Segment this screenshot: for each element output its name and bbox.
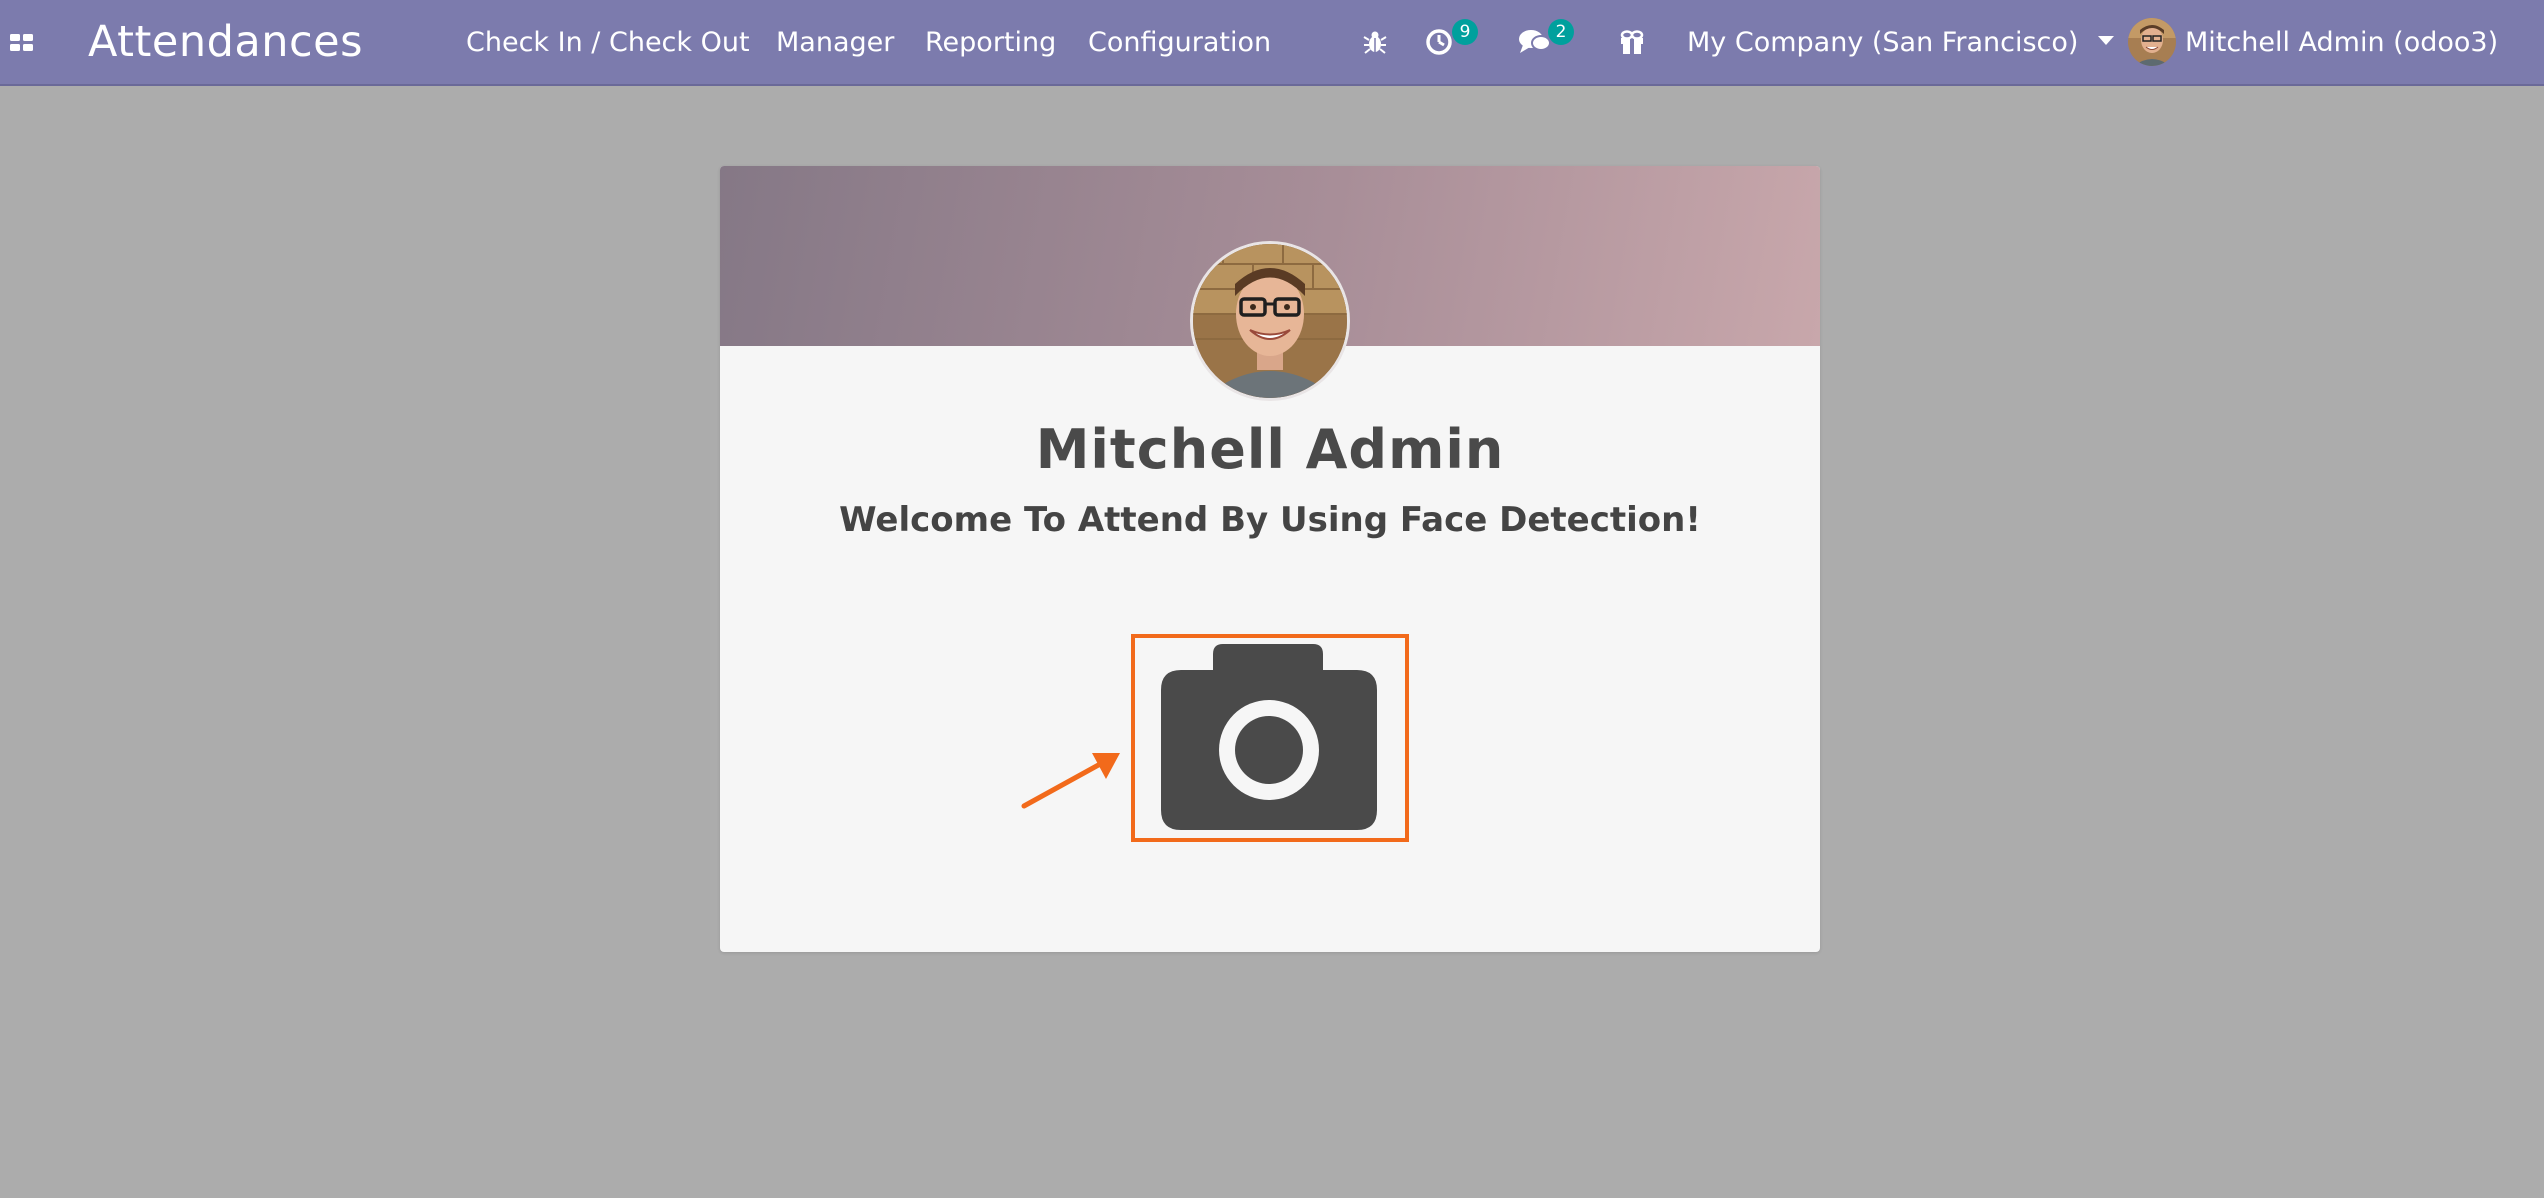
camera-icon	[1161, 644, 1377, 830]
employee-avatar	[1190, 241, 1350, 401]
attendance-card: Mitchell Admin Welcome To Attend By Usin…	[720, 166, 1820, 952]
welcome-message: Welcome To Attend By Using Face Detectio…	[839, 500, 1701, 540]
messages-count-badge: 2	[1548, 19, 1574, 45]
user-menu[interactable]: Mitchell Admin (odoo3)	[2128, 0, 2498, 84]
grid-icon	[10, 34, 33, 51]
app-title[interactable]: Attendances	[88, 0, 363, 84]
company-name: My Company (San Francisco)	[1687, 26, 2079, 58]
chat-icon	[1519, 30, 1551, 53]
bug-icon	[1363, 31, 1387, 54]
debug-button[interactable]	[1362, 0, 1388, 84]
top-navbar: Attendances Check In / Check Out Manager…	[0, 0, 2544, 86]
messages-button[interactable]	[1518, 0, 1552, 84]
gift-icon	[1620, 30, 1644, 54]
chevron-down-icon	[2098, 35, 2115, 45]
activity-count-badge: 9	[1452, 19, 1478, 45]
gift-button[interactable]	[1618, 0, 1646, 84]
menu-configuration[interactable]: Configuration	[1088, 0, 1271, 84]
apps-menu-button[interactable]	[10, 0, 38, 84]
face-detection-camera-button[interactable]	[1131, 634, 1409, 842]
user-avatar	[2128, 18, 2176, 66]
menu-check-in-check-out[interactable]: Check In / Check Out	[466, 0, 750, 84]
menu-reporting[interactable]: Reporting	[925, 0, 1056, 84]
menu-manager[interactable]: Manager	[776, 0, 894, 84]
company-switcher[interactable]: My Company (San Francisco)	[1687, 0, 2115, 84]
arrow-annotation-icon	[1021, 753, 1120, 809]
clock-icon	[1426, 29, 1452, 55]
employee-name: Mitchell Admin	[1035, 418, 1505, 481]
activity-button[interactable]	[1424, 0, 1454, 84]
user-name: Mitchell Admin (odoo3)	[2185, 26, 2499, 58]
